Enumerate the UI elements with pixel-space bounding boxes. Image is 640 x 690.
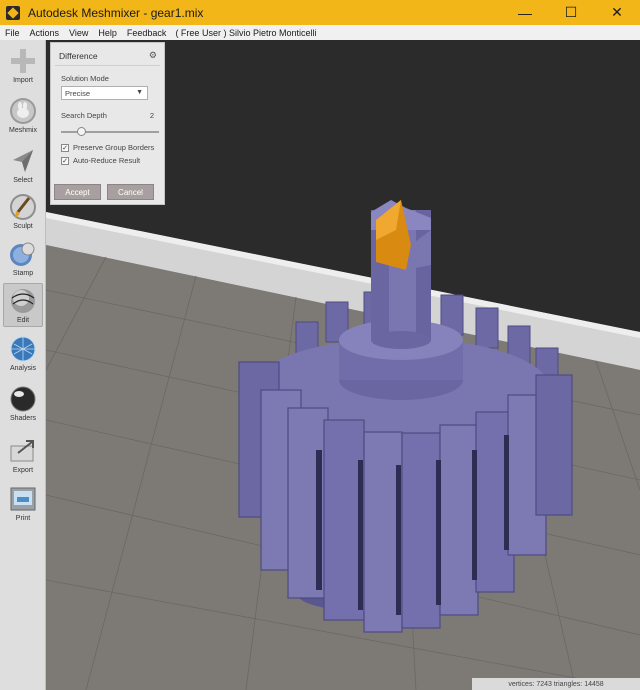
- search-depth-label: Search Depth: [61, 111, 107, 120]
- menu-view[interactable]: View: [64, 28, 93, 38]
- preserve-borders-checkbox[interactable]: ✓: [61, 143, 69, 152]
- status-bar: vertices: 7243 triangles: 14458: [472, 678, 640, 690]
- preserve-borders-row[interactable]: ✓ Preserve Group Borders: [61, 143, 154, 152]
- menu-file[interactable]: File: [0, 28, 25, 38]
- solution-mode-select[interactable]: Precise ▼: [61, 86, 148, 100]
- menu-feedback[interactable]: Feedback: [122, 28, 172, 38]
- tool-analysis[interactable]: Analysis: [3, 332, 43, 376]
- difference-panel: Difference ⚙ Solution Mode Precise ▼ Sea…: [50, 42, 165, 205]
- tool-label: Print: [15, 515, 31, 522]
- stamp-icon: [10, 242, 35, 266]
- panel-title: Difference: [59, 51, 98, 61]
- minimize-button[interactable]: —: [502, 0, 548, 25]
- export-icon: [10, 440, 34, 462]
- auto-reduce-row[interactable]: ✓ Auto-Reduce Result: [61, 156, 140, 165]
- close-button[interactable]: ✕: [594, 0, 640, 25]
- tool-label: Import: [13, 77, 33, 84]
- menu-actions[interactable]: Actions: [25, 28, 65, 38]
- auto-reduce-label: Auto-Reduce Result: [73, 156, 141, 165]
- edit-sphere-icon: [11, 289, 35, 313]
- tool-label: Stamp: [12, 270, 34, 277]
- left-toolbar: Import Meshmix Select Sculpt Stamp Edit …: [0, 40, 46, 690]
- user-info: ( Free User ) Silvio Pietro Monticelli: [175, 27, 317, 38]
- tool-label: Shaders: [9, 415, 37, 422]
- title-bar: Autodesk Meshmixer - gear1.mix — ☐ ✕: [0, 0, 640, 25]
- brush-icon: [10, 194, 36, 220]
- printer-icon: [10, 487, 36, 511]
- analysis-sphere-icon: [10, 336, 36, 362]
- tool-label: Sculpt: [13, 223, 33, 230]
- cancel-button[interactable]: Cancel: [107, 184, 154, 200]
- search-depth-value: 2: [149, 111, 154, 120]
- panel-divider: [55, 65, 160, 66]
- auto-reduce-checkbox[interactable]: ✓: [61, 156, 69, 165]
- tool-meshmix[interactable]: Meshmix: [3, 94, 43, 138]
- tool-import[interactable]: Import: [3, 44, 43, 88]
- settings-gear-icon[interactable]: ⚙: [149, 50, 157, 61]
- shader-sphere-icon: [10, 386, 36, 412]
- solution-mode-label: Solution Mode: [61, 74, 109, 83]
- meshmixer-logo-icon: [6, 5, 20, 20]
- maximize-button[interactable]: ☐: [548, 0, 594, 25]
- tool-label: Edit: [16, 317, 30, 324]
- accept-button[interactable]: Accept: [54, 184, 101, 200]
- dropdown-arrow-icon: ▼: [136, 89, 143, 96]
- tool-label: Export: [12, 467, 34, 474]
- arrow-cursor-icon: [13, 150, 33, 172]
- tool-edit[interactable]: Edit: [3, 283, 43, 327]
- search-depth-slider-handle[interactable]: [76, 127, 86, 136]
- tool-stamp[interactable]: Stamp: [3, 237, 43, 281]
- tool-export[interactable]: Export: [3, 434, 43, 478]
- tool-label: Select: [13, 177, 33, 184]
- tool-label: Meshmix: [8, 127, 37, 134]
- tool-print[interactable]: Print: [3, 482, 43, 526]
- window-title: Autodesk Meshmixer - gear1.mix: [28, 5, 204, 20]
- search-depth-slider[interactable]: [61, 131, 159, 133]
- menu-bar: File Actions View Help Feedback ( Free U…: [0, 25, 640, 40]
- solution-mode-value: Precise: [65, 88, 91, 98]
- meshmix-bunny-icon: [10, 98, 36, 124]
- tool-select[interactable]: Select: [3, 144, 43, 188]
- menu-help[interactable]: Help: [93, 28, 122, 38]
- tool-sculpt[interactable]: Sculpt: [3, 190, 43, 234]
- tool-shaders[interactable]: Shaders: [3, 382, 43, 426]
- tool-label: Analysis: [9, 365, 37, 372]
- plus-icon: [11, 49, 35, 73]
- preserve-borders-label: Preserve Group Borders: [73, 143, 155, 152]
- app-window: Autodesk Meshmixer - gear1.mix — ☐ ✕ Fil…: [0, 0, 640, 690]
- mesh-stats: vertices: 7243 triangles: 14458: [508, 680, 604, 688]
